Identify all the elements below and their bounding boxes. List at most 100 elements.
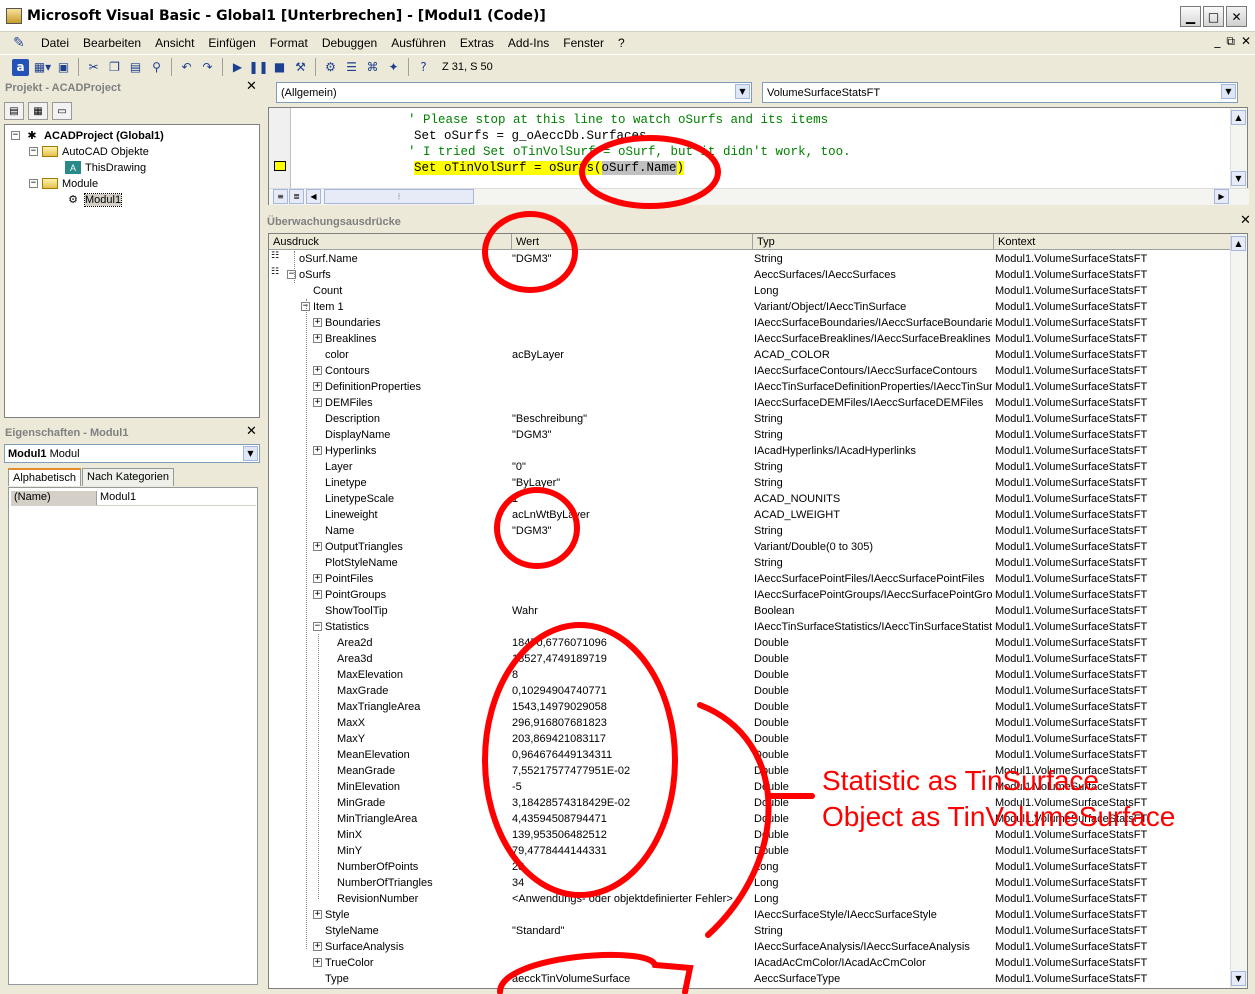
code-vertical-scrollbar[interactable]: ▲ ▼ [1230,108,1247,188]
watch-value[interactable] [512,283,750,299]
watch-row[interactable]: + Breaklines IAeccSurfaceBreaklines/IAeccS… [269,331,1232,347]
watch-value[interactable]: 3,18428574318429E-02 [512,795,750,811]
watch-row[interactable]: + TrueColor IAcadAcCmColor/IAcadAcCmColor M… [269,955,1232,971]
watch-value[interactable]: acByLayer [512,347,750,363]
watch-value[interactable] [512,539,750,555]
header-typ[interactable]: Typ [753,234,994,250]
paste-icon[interactable]: ▤ [125,57,146,77]
watch-expression[interactable]: Type [325,971,509,987]
watch-expression[interactable]: DisplayName [325,427,509,443]
watch-value[interactable] [512,331,750,347]
expand-icon[interactable]: + [313,318,322,327]
watch-row[interactable]: Description "Beschreibung" String Modul1.Vo… [269,411,1232,427]
watch-value[interactable] [512,395,750,411]
watch-value[interactable]: 34 [512,875,750,891]
watch-expression[interactable]: MinElevation [337,779,509,795]
maximize-button[interactable]: □ [1203,6,1224,27]
watch-value[interactable]: "ByLayer" [512,475,750,491]
save-icon[interactable]: ▣ [53,57,74,77]
watch-row[interactable]: MinY 79,4778444144331 Double Modul1.VolumeS… [269,843,1232,859]
chevron-down-icon[interactable]: ▼ [1221,84,1236,99]
watch-value[interactable] [512,315,750,331]
watch-row[interactable]: MaxGrade 0,10294904740771 Double Modul1.Vol… [269,683,1232,699]
code-line-current[interactable]: Set oTinVolSurf = oSurfs(oSurf.Name) [414,160,685,176]
tree-node-project[interactable]: − ✱ ACADProject (Global1) [11,128,164,143]
watch-row[interactable]: − Statistics IAeccTinSurfaceStatistics/IAe… [269,619,1232,635]
watch-expression[interactable]: MaxElevation [337,667,509,683]
code-line[interactable]: ' Please stop at this line to watch oSur… [408,112,828,128]
watch-value[interactable]: 18470,6776071096 [512,635,750,651]
watch-expression[interactable]: MinX [337,827,509,843]
watch-value[interactable] [512,571,750,587]
watch-expression[interactable]: DefinitionProperties [325,379,509,395]
watch-row[interactable]: Linetype "ByLayer" String Modul1.VolumeSurf… [269,475,1232,491]
watch-value[interactable]: "Beschreibung" [512,411,750,427]
watch-row[interactable]: Count Long Modul1.VolumeSurfaceStatsFT [269,283,1232,299]
object-combo[interactable]: (Allgemein) ▼ [276,82,752,103]
watch-value[interactable] [512,443,750,459]
watch-expression[interactable]: MaxGrade [337,683,509,699]
watch-row[interactable]: Type aecckTinVolumeSurface AeccSurfaceType… [269,971,1232,987]
menu-bearbeiten[interactable]: Bearbeiten [77,36,149,50]
watch-expression[interactable]: Area3d [337,651,509,667]
vba-app-icon[interactable] [6,7,22,24]
watch-expression[interactable]: PlotStyleName [325,555,509,571]
watch-row[interactable]: MaxY 203,869421083117 Double Modul1.VolumeS… [269,731,1232,747]
watch-expression[interactable]: oSurfs [299,267,509,283]
watch-value[interactable] [512,555,750,571]
scroll-thumb[interactable]: ⦙ [324,189,474,204]
watch-vertical-scrollbar[interactable]: ▲ ▼ [1230,234,1247,988]
watch-row[interactable]: RevisionNumber <Anwendungs- oder objektde… [269,891,1232,907]
watch-row[interactable]: NumberOfPoints 28 Long Modul1.VolumeSurface… [269,859,1232,875]
properties-object-combo[interactable]: Modul1 Modul ▼ [4,444,260,463]
watch-value[interactable] [512,379,750,395]
view-acad-icon[interactable]: a [12,58,29,76]
header-ausdruck[interactable]: Ausdruck [269,234,512,250]
watch-expression[interactable]: Count [313,283,509,299]
watch-expression[interactable]: MaxX [337,715,509,731]
watch-value[interactable]: <Anwendungs- oder objektdefinierter Fehl… [512,891,750,907]
object-browser-icon[interactable]: ⌘ [362,57,383,77]
watch-row[interactable]: + Style IAeccSurfaceStyle/IAeccSurfaceStyl… [269,907,1232,923]
menu-help[interactable]: ? [612,36,633,50]
tab-nach-kategorien[interactable]: Nach Kategorien [82,468,174,486]
view-code-icon[interactable]: ▤ [4,102,24,120]
menu-add-ins[interactable]: Add-Ins [502,36,557,50]
expand-icon[interactable]: + [313,366,322,375]
header-kontext[interactable]: Kontext [994,234,1232,250]
watch-expression[interactable]: Area2d [337,635,509,651]
undo-icon[interactable]: ↶ [176,57,197,77]
mdi-minimize-button[interactable]: _ [1214,34,1220,49]
watch-expression[interactable]: PointGroups [325,587,509,603]
watch-expression[interactable]: Layer [325,459,509,475]
watch-expression[interactable]: MaxY [337,731,509,747]
scroll-up-icon[interactable]: ▲ [1231,110,1246,125]
watch-expression[interactable]: SurfaceAnalysis [325,939,509,955]
collapse-icon[interactable]: − [313,622,322,631]
expand-icon[interactable]: + [313,958,322,967]
mdi-restore-button[interactable]: ⧉ [1226,34,1235,49]
watch-value[interactable]: "DGM3" [512,251,750,267]
watch-expression[interactable]: Linetype [325,475,509,491]
watch-row[interactable]: + SurfaceAnalysis IAeccSurfaceAnalysis/IAe… [269,939,1232,955]
watch-row[interactable]: color acByLayer ACAD_COLOR Modul1.VolumeSur… [269,347,1232,363]
copy-icon[interactable]: ❐ [104,57,125,77]
find-icon[interactable]: ⚲ [146,57,167,77]
scroll-left-icon[interactable]: ◀ [306,189,321,204]
watch-value[interactable]: aecckTinVolumeSurface [512,971,750,987]
watch-row[interactable]: + Boundaries IAeccSurfaceBoundaries/IAeccS… [269,315,1232,331]
watch-expression[interactable]: OutputTriangles [325,539,509,555]
watch-row[interactable]: NumberOfTriangles 34 Long Modul1.VolumeSurf… [269,875,1232,891]
watch-value[interactable]: 203,869421083117 [512,731,750,747]
property-value[interactable]: Modul1 [97,491,256,505]
procedure-view-icon[interactable]: ≡ [273,189,288,204]
expand-icon[interactable]: + [313,942,322,951]
watch-value[interactable]: 0,964676449134311 [512,747,750,763]
watch-value[interactable]: Wahr [512,603,750,619]
watch-row[interactable]: + DEMFiles IAeccSurfaceDEMFiles/IAeccSurfa… [269,395,1232,411]
watch-value[interactable]: -5 [512,779,750,795]
menu-extras[interactable]: Extras [454,36,502,50]
watch-expression[interactable]: Contours [325,363,509,379]
watch-row[interactable]: Layer "0" String Modul1.VolumeSurfaceStatsF… [269,459,1232,475]
break-icon[interactable]: ❚❚ [248,57,269,77]
